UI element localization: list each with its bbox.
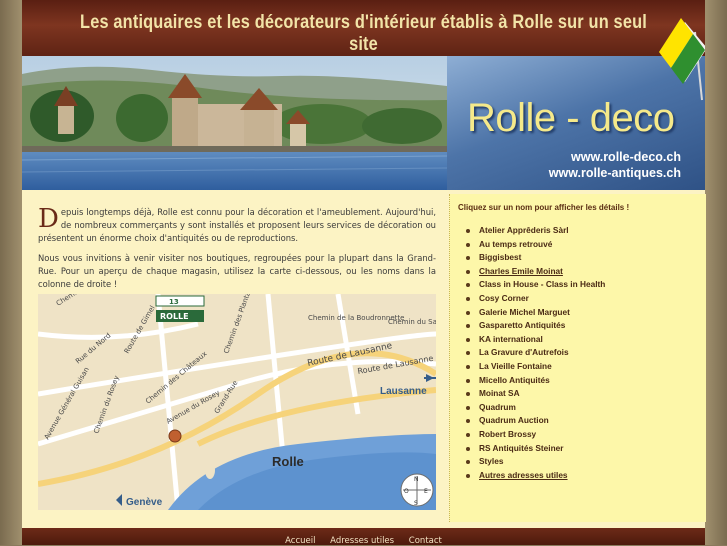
- shop-list-item[interactable]: Moinat SA: [466, 387, 605, 401]
- page-title: Les antiquaires et les décorateurs d'int…: [80, 12, 647, 55]
- shop-list-item[interactable]: KA international: [466, 333, 605, 347]
- shop-list-item[interactable]: Robert Brossy: [466, 428, 605, 442]
- map-sign-label: ROLLE: [160, 312, 189, 321]
- shop-list-item[interactable]: Cosy Corner: [466, 292, 605, 306]
- intro-paragraph: Depuis longtemps déjà, Rolle est connu p…: [38, 206, 436, 245]
- bullet-icon: [466, 324, 470, 329]
- main-content: Depuis longtemps déjà, Rolle est connu p…: [22, 190, 447, 528]
- shop-list-item[interactable]: Biggisbest: [466, 251, 605, 265]
- shop-list-item[interactable]: Styles: [466, 455, 605, 469]
- shop-list-item[interactable]: Gasparetto Antiquités: [466, 319, 605, 333]
- bullet-icon: [466, 405, 470, 410]
- bullet-icon: [466, 364, 470, 369]
- bullet-icon: [466, 296, 470, 301]
- shop-list-item[interactable]: Quadrum Auction: [466, 414, 605, 428]
- bullet-icon: [466, 256, 470, 261]
- page-side-left: [0, 0, 22, 545]
- town-map-image[interactable]: Chemin de la Boverie Chemin de la Boudro…: [38, 294, 436, 510]
- shop-list-item[interactable]: Autres adresses utiles: [466, 469, 605, 483]
- bullet-icon: [466, 269, 470, 274]
- bullet-icon: [466, 392, 470, 397]
- map-street-label: Chemin du Sauvage: [388, 318, 436, 326]
- bullet-icon: [466, 242, 470, 247]
- shop-list-heading: Cliquez sur un nom pour afficher les dét…: [458, 203, 630, 212]
- intro-text: epuis longtemps déjà, Rolle est connu po…: [38, 207, 436, 243]
- brand-url-deco: www.rolle-deco.ch: [571, 150, 681, 164]
- bullet-icon: [466, 460, 470, 465]
- dropcap: D: [38, 204, 59, 234]
- header-banner: Les antiquaires et les décorateurs d'int…: [22, 0, 705, 56]
- bullet-icon: [466, 432, 470, 437]
- footer-bar: Accueil Adresses utiles Contact: [22, 528, 705, 546]
- shop-list-item[interactable]: La Gravure d'Autrefois: [466, 346, 605, 360]
- shop-list-item[interactable]: Quadrum: [466, 401, 605, 415]
- shop-list-item[interactable]: Atelier Apprêderis Sàrl: [466, 224, 605, 238]
- shop-list: Atelier Apprêderis Sàrl Au temps retrouv…: [466, 224, 605, 482]
- compass-o: O: [404, 488, 409, 495]
- shop-list-item[interactable]: Micello Antiquités: [466, 374, 605, 388]
- bullet-icon: [466, 446, 470, 451]
- shop-list-item[interactable]: Galerie Michel Marguet: [466, 306, 605, 320]
- bullet-icon: [466, 351, 470, 356]
- castle-photo-image: [22, 56, 447, 190]
- map-lausanne-label[interactable]: Lausanne: [380, 386, 427, 397]
- compass-e: E: [424, 488, 428, 495]
- shop-list-item[interactable]: La Vieille Fontaine: [466, 360, 605, 374]
- page-frame: Les antiquaires et les décorateurs d'int…: [22, 0, 706, 546]
- bullet-icon: [466, 473, 470, 478]
- shop-list-item[interactable]: Class in House - Class in Health: [466, 278, 605, 292]
- map-sign-number: 13: [169, 298, 179, 306]
- compass-n: N: [414, 476, 419, 483]
- flag-icon: [659, 18, 705, 101]
- castle-photo: [22, 56, 447, 190]
- brand-name: Rolle - deco: [467, 96, 675, 140]
- shop-list-item[interactable]: RS Antiquités Steiner: [466, 442, 605, 456]
- shop-list-panel: Cliquez sur un nom pour afficher les dét…: [449, 194, 706, 522]
- town-map[interactable]: Chemin de la Boverie Chemin de la Boudro…: [38, 294, 436, 510]
- map-geneve-label[interactable]: Genève: [126, 497, 163, 508]
- visit-paragraph: Nous vous invitions à venir visiter nos …: [38, 253, 436, 289]
- page-side-right: [705, 0, 727, 545]
- map-town-label: Rolle: [272, 454, 304, 469]
- brand-url-antiques: www.rolle-antiques.ch: [548, 166, 681, 180]
- bullet-icon: [466, 229, 470, 233]
- shop-list-item[interactable]: Au temps retrouvé: [466, 238, 605, 252]
- bullet-icon: [466, 283, 470, 288]
- shop-list-item[interactable]: Charles Emile Moinat: [466, 265, 605, 279]
- bullet-icon: [466, 419, 470, 424]
- compass-s: S: [414, 500, 418, 507]
- bullet-icon: [466, 337, 470, 342]
- bullet-icon: [466, 310, 470, 315]
- bullet-icon: [466, 378, 470, 383]
